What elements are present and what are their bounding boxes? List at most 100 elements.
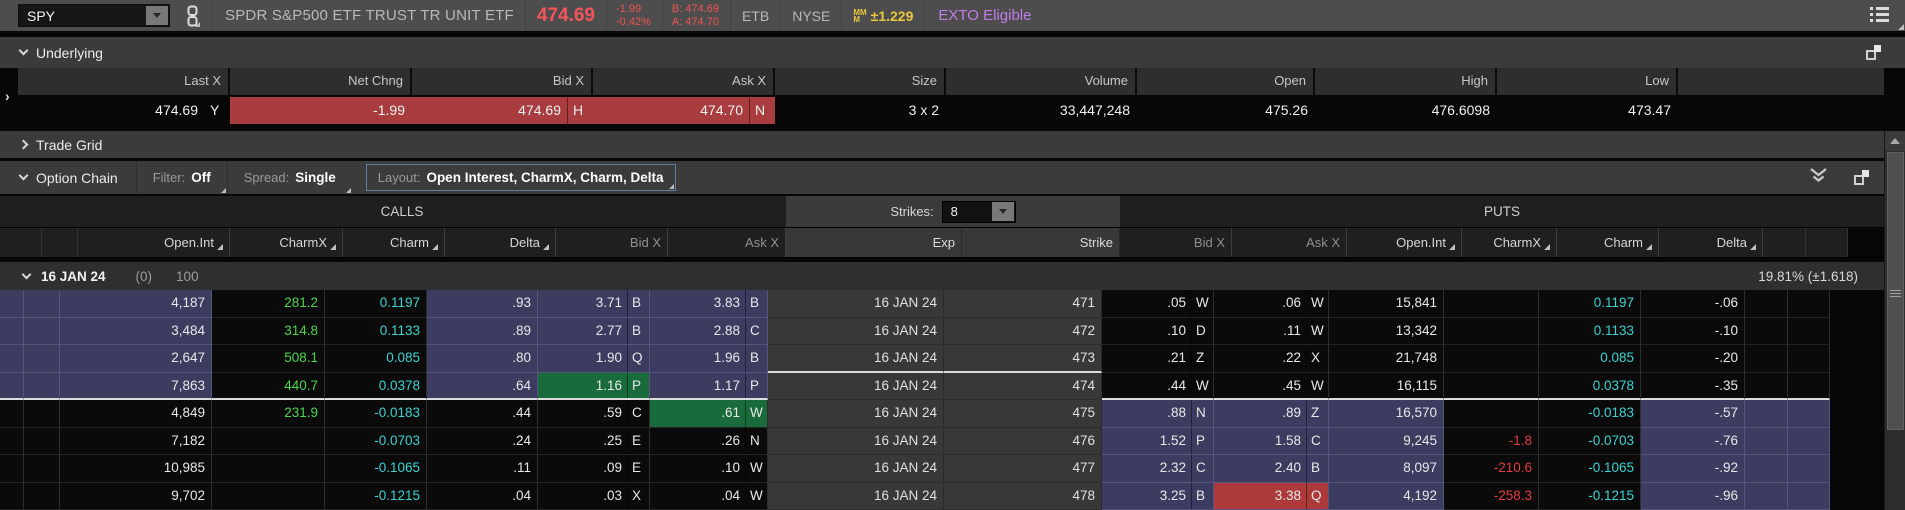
put-ask[interactable]: .89 Z bbox=[1214, 400, 1329, 428]
col-header-ask[interactable]: Ask X bbox=[593, 68, 775, 95]
chevron-down-icon[interactable] bbox=[18, 170, 29, 181]
col-header-last[interactable]: Last X bbox=[18, 68, 230, 95]
call-pad-cell bbox=[0, 427, 24, 455]
exp-header[interactable]: Exp bbox=[786, 228, 962, 257]
bid-ask-block: B: 474.69 A: 474.70 bbox=[672, 3, 719, 28]
call-bid-header[interactable]: Bid X bbox=[556, 228, 668, 257]
scroll-up-button[interactable] bbox=[1885, 131, 1905, 151]
symbol-input[interactable]: SPY bbox=[18, 4, 170, 27]
put-bid[interactable]: .21 Z bbox=[1102, 345, 1214, 373]
strike-header[interactable]: Strike bbox=[962, 228, 1120, 257]
spread-button[interactable]: Spread: Single bbox=[226, 161, 352, 194]
put-charm: 0.1197 bbox=[1539, 290, 1641, 318]
call-bid[interactable]: .59 C bbox=[538, 400, 650, 428]
call-bid[interactable]: 2.77 B bbox=[538, 317, 650, 345]
underlying-section-header[interactable]: Underlying bbox=[0, 37, 1905, 68]
put-ask[interactable]: .45 W bbox=[1214, 372, 1329, 400]
call-bid[interactable]: .25 E bbox=[538, 427, 650, 455]
put-delta-header[interactable]: Delta bbox=[1659, 228, 1763, 257]
call-ask[interactable]: .26 N bbox=[650, 427, 768, 455]
calls-puts-band: CALLS Strikes: 8 PUTS bbox=[0, 196, 1905, 228]
option-chain-row: 4,849 231.9 -0.0183 .44 .59 C .61 W 16 JAN… bbox=[0, 400, 1905, 428]
put-bid[interactable]: 2.32 C bbox=[1102, 455, 1214, 483]
trading-platform-window: SPY SPDR S&P500 ETF TRUST TR UNIT ETF 47… bbox=[0, 0, 1905, 510]
col-header-high[interactable]: High bbox=[1315, 68, 1497, 95]
call-charm-header[interactable]: Charm bbox=[343, 228, 445, 257]
trade-grid-section-header[interactable]: Trade Grid bbox=[0, 131, 1905, 158]
put-delta: -.96 bbox=[1641, 482, 1745, 510]
put-bid[interactable]: .44 W bbox=[1102, 372, 1214, 400]
underlying-row-chevron-icon[interactable]: › bbox=[5, 88, 10, 104]
put-ask[interactable]: .11 W bbox=[1214, 317, 1329, 345]
put-bid[interactable]: .88 N bbox=[1102, 400, 1214, 428]
call-ask-header[interactable]: Ask X bbox=[668, 228, 786, 257]
symbol-dropdown-button[interactable] bbox=[146, 6, 168, 25]
option-chain-popout-icon[interactable] bbox=[1854, 170, 1869, 185]
call-ask[interactable]: 3.83 B bbox=[650, 290, 768, 318]
put-ask[interactable]: .06 W bbox=[1214, 290, 1329, 318]
symbol-value[interactable]: SPY bbox=[19, 8, 146, 24]
call-charm: 0.085 bbox=[325, 345, 427, 373]
call-delta-header[interactable]: Delta bbox=[445, 228, 556, 257]
put-open-interest: 21,748 bbox=[1329, 345, 1444, 373]
option-chain-title[interactable]: Option Chain bbox=[36, 170, 118, 186]
underlying-popout-icon[interactable] bbox=[1866, 45, 1881, 60]
put-openint-header[interactable]: Open.Int bbox=[1347, 228, 1462, 257]
filter-button[interactable]: Filter: Off bbox=[135, 161, 227, 194]
menu-icon[interactable] bbox=[1870, 7, 1889, 22]
put-pad-cell bbox=[1745, 317, 1788, 345]
expiration-group-row[interactable]: 16 JAN 24 (0) 100 19.81% (±1.618) bbox=[0, 262, 1905, 290]
scrollbar-thumb[interactable] bbox=[1887, 152, 1904, 430]
call-ask[interactable]: 1.17 P bbox=[650, 372, 768, 400]
strikes-dropdown[interactable]: 8 bbox=[941, 200, 1016, 223]
call-bid[interactable]: .03 X bbox=[538, 482, 650, 510]
put-ask[interactable]: 2.40 B bbox=[1214, 455, 1329, 483]
put-bid[interactable]: 1.52 P bbox=[1102, 427, 1214, 455]
collapse-all-icon[interactable] bbox=[1809, 168, 1828, 187]
call-bid[interactable]: 3.71 B bbox=[538, 290, 650, 318]
col-header-size[interactable]: Size bbox=[775, 68, 946, 95]
col-header-netchng[interactable]: Net Chng bbox=[230, 68, 412, 95]
call-ask[interactable]: .61 W bbox=[650, 400, 768, 428]
call-openint-header[interactable]: Open.Int bbox=[78, 228, 230, 257]
put-bid[interactable]: .10 D bbox=[1102, 317, 1214, 345]
strikes-dropdown-button[interactable] bbox=[991, 202, 1014, 221]
sort-mark-icon bbox=[1544, 244, 1550, 250]
call-bid[interactable]: 1.16 P bbox=[538, 372, 650, 400]
call-charmx-header[interactable]: CharmX bbox=[230, 228, 343, 257]
put-ask[interactable]: .22 X bbox=[1214, 345, 1329, 373]
put-pad-cell bbox=[1745, 427, 1788, 455]
col-header-volume[interactable]: Volume bbox=[946, 68, 1137, 95]
link-icon[interactable] bbox=[183, 4, 201, 28]
divider bbox=[729, 0, 731, 31]
call-ask[interactable]: 2.88 C bbox=[650, 317, 768, 345]
put-charm-header[interactable]: Charm bbox=[1557, 228, 1659, 257]
put-bid[interactable]: 3.25 B bbox=[1102, 482, 1214, 510]
call-delta: .64 bbox=[427, 372, 538, 400]
col-header-bid[interactable]: Bid X bbox=[412, 68, 593, 95]
put-bid-header[interactable]: Bid X bbox=[1120, 228, 1232, 257]
call-charm: 0.1133 bbox=[325, 317, 427, 345]
layout-button[interactable]: Layout: Open Interest, CharmX, Charm, De… bbox=[365, 164, 676, 191]
vertical-scrollbar[interactable] bbox=[1884, 131, 1905, 510]
put-ask[interactable]: 1.58 C bbox=[1214, 427, 1329, 455]
col-header-low[interactable]: Low bbox=[1497, 68, 1678, 95]
put-bid[interactable]: .05 W bbox=[1102, 290, 1214, 318]
chevron-right-icon[interactable] bbox=[18, 139, 29, 150]
call-open-interest: 7,863 bbox=[60, 372, 212, 400]
chevron-down-icon[interactable] bbox=[18, 45, 29, 56]
call-ask[interactable]: .10 W bbox=[650, 455, 768, 483]
call-bid[interactable]: 1.90 Q bbox=[538, 345, 650, 373]
strike-cell: 475 bbox=[944, 400, 1102, 428]
puts-header: PUTS bbox=[1483, 204, 1520, 219]
col-header-open[interactable]: Open bbox=[1137, 68, 1315, 95]
call-ask[interactable]: .04 W bbox=[650, 482, 768, 510]
put-ask[interactable]: 3.38 Q bbox=[1214, 482, 1329, 510]
call-charm: -0.1065 bbox=[325, 455, 427, 483]
put-ask-header[interactable]: Ask X bbox=[1232, 228, 1347, 257]
call-ask[interactable]: 1.96 B bbox=[650, 345, 768, 373]
sort-mark-icon bbox=[1646, 244, 1652, 250]
chevron-down-icon[interactable] bbox=[21, 269, 32, 279]
put-charmx-header[interactable]: CharmX bbox=[1462, 228, 1557, 257]
call-bid[interactable]: .09 E bbox=[538, 455, 650, 483]
